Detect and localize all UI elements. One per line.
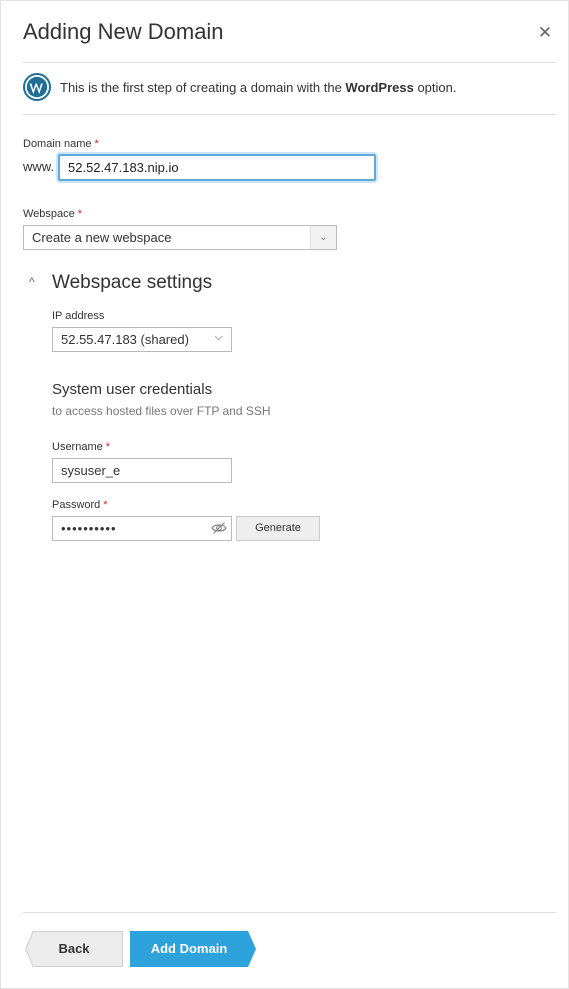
- add-domain-dialog: Adding New Domain ✕ This is the first st…: [0, 0, 569, 989]
- ip-selected-value: 52.55.47.183 (shared): [61, 332, 189, 347]
- chevron-up-icon[interactable]: ^: [29, 275, 35, 289]
- back-button[interactable]: Back: [25, 931, 123, 967]
- dialog-title: Adding New Domain: [23, 19, 224, 44]
- close-icon[interactable]: ✕: [535, 23, 555, 43]
- generate-button[interactable]: Generate: [236, 516, 320, 541]
- domain-name-label: Domain name *: [23, 138, 99, 150]
- username-label-text: Username: [52, 441, 103, 453]
- password-input[interactable]: [52, 516, 232, 541]
- username-label: Username *: [52, 441, 110, 453]
- back-button-label: Back: [58, 941, 90, 956]
- domain-name-label-text: Domain name: [23, 138, 92, 150]
- info-banner: This is the first step of creating a dom…: [23, 71, 556, 105]
- webspace-select[interactable]: Create a new webspace ⌄: [23, 225, 337, 250]
- domain-name-input[interactable]: [58, 154, 376, 181]
- add-domain-button-label: Add Domain: [150, 941, 228, 956]
- wordpress-icon: [23, 73, 51, 101]
- divider: [23, 114, 556, 115]
- chevron-down-icon[interactable]: ⌄: [310, 226, 336, 249]
- add-domain-button[interactable]: Add Domain: [130, 931, 256, 967]
- info-text-bold: WordPress: [345, 80, 414, 95]
- domain-prefix: www.: [23, 159, 55, 174]
- eye-slash-icon[interactable]: [211, 521, 227, 535]
- credentials-description: to access hosted files over FTP and SSH: [52, 404, 271, 418]
- ip-address-label: IP address: [52, 310, 105, 322]
- password-label-text: Password: [52, 499, 101, 511]
- required-mark: *: [105, 441, 111, 453]
- divider: [23, 62, 556, 63]
- ip-address-select[interactable]: 52.55.47.183 (shared) ⌵: [52, 327, 232, 352]
- webspace-label-text: Webspace: [23, 208, 75, 220]
- required-mark: *: [77, 208, 83, 220]
- required-mark: *: [103, 499, 108, 511]
- webspace-label: Webspace *: [23, 208, 82, 220]
- info-text-before: This is the first step of creating a dom…: [60, 80, 346, 95]
- divider: [23, 912, 556, 913]
- required-mark: *: [94, 138, 99, 150]
- webspace-settings-title[interactable]: Webspace settings: [52, 272, 212, 294]
- webspace-selected-value: Create a new webspace: [32, 230, 172, 245]
- info-text-after: option.: [413, 80, 457, 95]
- info-text: This is the first step of creating a dom…: [60, 80, 456, 95]
- password-label: Password *: [52, 499, 108, 511]
- credentials-title: System user credentials: [52, 381, 213, 398]
- chevron-down-icon: ⌵: [214, 331, 223, 343]
- username-input[interactable]: [52, 458, 232, 483]
